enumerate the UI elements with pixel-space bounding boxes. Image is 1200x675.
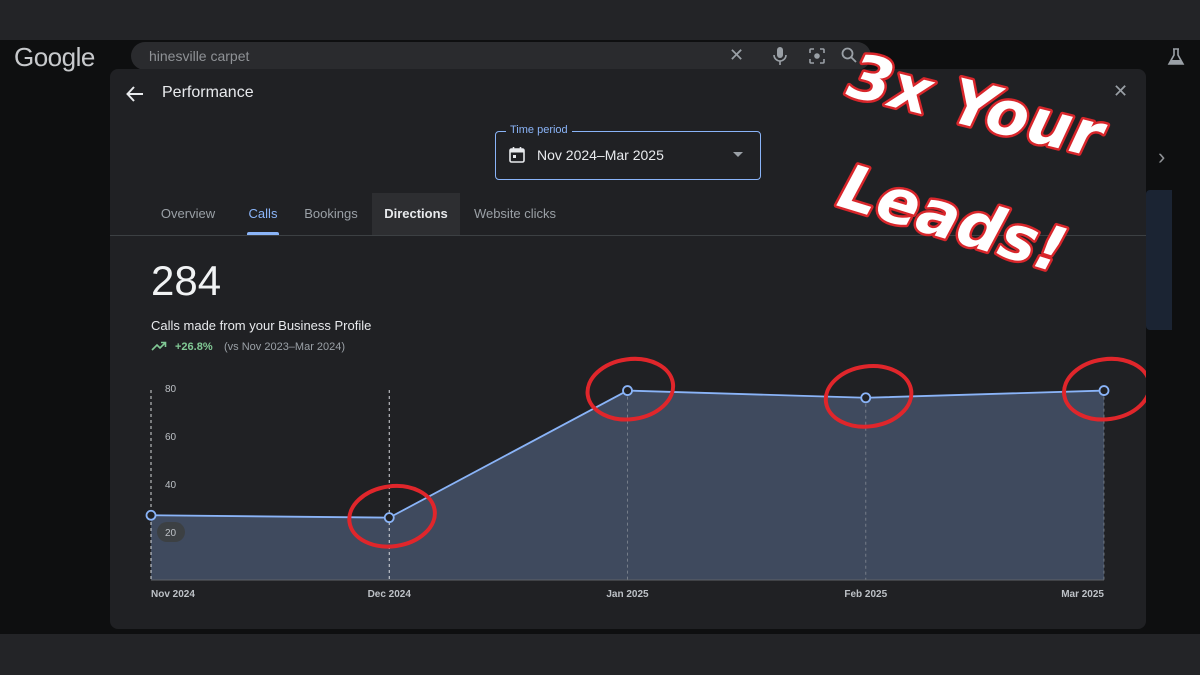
search-bar[interactable]: hinesville carpet ✕: [131, 42, 871, 70]
chart-x-tick-label: Jan 2025: [606, 589, 649, 600]
calls-chart: 20 40 60 80 Nov 2024 Dec 2024 Jan 2025 Feb 2025…: [145, 356, 1146, 600]
clear-search-icon[interactable]: ✕: [729, 45, 744, 66]
chart-y-tick-label: 40: [165, 480, 177, 491]
chart-data-point: [860, 392, 872, 404]
performance-panel: Performance ✕ Time period Nov 2024–Mar 2…: [110, 69, 1146, 629]
side-panel-card: [1146, 190, 1172, 330]
top-letterbox: [0, 0, 1200, 40]
bottom-letterbox: [0, 634, 1200, 675]
chart-data-point: [1098, 385, 1110, 396]
labs-flask-icon[interactable]: [1167, 48, 1185, 66]
google-logo[interactable]: Google: [14, 42, 95, 73]
chart-y-tick-label: 80: [165, 384, 177, 395]
chart-data-point: [622, 385, 633, 396]
lens-icon[interactable]: [808, 47, 826, 65]
search-input[interactable]: hinesville carpet: [149, 48, 249, 64]
chart-x-tick-label: Feb 2025: [844, 589, 887, 600]
microphone-icon[interactable]: [772, 46, 788, 66]
next-arrow-icon[interactable]: ›: [1158, 144, 1165, 170]
chart-y-tick-label: 20: [165, 528, 177, 539]
chart-data-point: [383, 512, 395, 524]
chart-x-tick-label: Nov 2024: [151, 589, 195, 600]
chart-data-point: [145, 509, 157, 521]
chart-y-tick-label: 60: [165, 432, 177, 443]
search-icon[interactable]: [840, 46, 858, 64]
chart-x-tick-label: Dec 2024: [368, 589, 412, 600]
chart-x-tick-label: Mar 2025: [1061, 589, 1104, 600]
